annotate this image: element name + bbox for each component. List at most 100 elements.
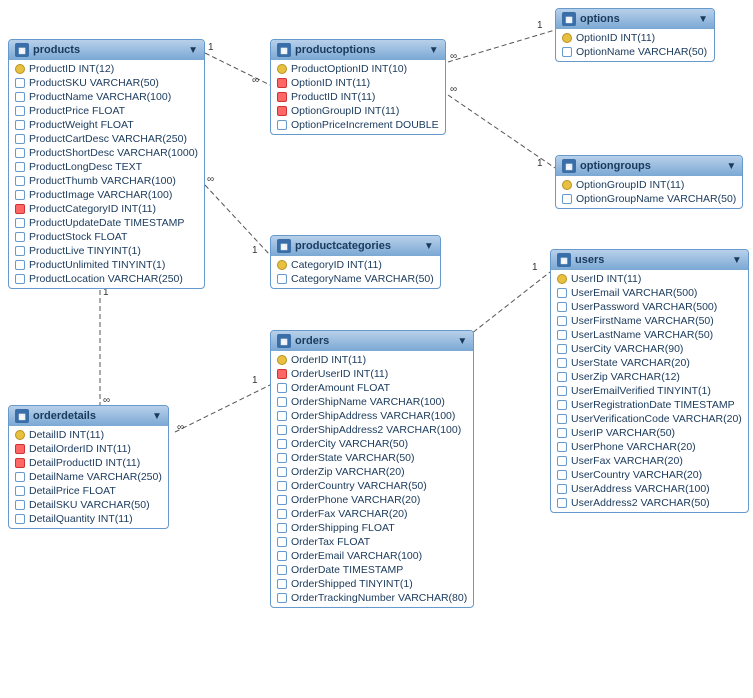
- table-header-users[interactable]: ▦ users ▼: [551, 250, 748, 270]
- table-header-productoptions[interactable]: ▦ productoptions ▼: [271, 40, 445, 60]
- field-icon-field: [557, 498, 567, 508]
- field-row: OptionGroupID INT(11): [556, 178, 742, 192]
- field-row: OptionID INT(11): [271, 76, 445, 90]
- field-name: OrderPhone VARCHAR(20): [291, 494, 420, 506]
- table-title-orders: orders: [295, 335, 329, 347]
- field-name: UserLastName VARCHAR(50): [571, 329, 713, 341]
- dropdown-arrow-orders[interactable]: ▼: [457, 336, 467, 347]
- field-name: OptionGroupID INT(11): [291, 105, 399, 117]
- field-name: ProductName VARCHAR(100): [29, 91, 171, 103]
- field-row: DetailOrderID INT(11): [9, 442, 168, 456]
- field-row: OptionGroupID INT(11): [271, 104, 445, 118]
- field-icon-field: [277, 453, 287, 463]
- table-icon-users: ▦: [557, 253, 571, 267]
- dropdown-arrow-optiongroups[interactable]: ▼: [726, 161, 736, 172]
- field-icon-field: [562, 47, 572, 57]
- field-row: DetailQuantity INT(11): [9, 512, 168, 526]
- table-orders: ▦ orders ▼ OrderID INT(11)OrderUserID IN…: [270, 330, 474, 608]
- dropdown-arrow-productcategories[interactable]: ▼: [424, 241, 434, 252]
- field-name: UserPhone VARCHAR(20): [571, 441, 696, 453]
- field-icon-field: [557, 288, 567, 298]
- field-name: ProductSKU VARCHAR(50): [29, 77, 159, 89]
- field-row: OrderShipAddress2 VARCHAR(100): [271, 423, 473, 437]
- table-header-products[interactable]: ▦ products ▼: [9, 40, 204, 60]
- field-name: UserEmail VARCHAR(500): [571, 287, 697, 299]
- field-name: ProductLocation VARCHAR(250): [29, 273, 183, 285]
- svg-text:1: 1: [532, 262, 538, 273]
- field-icon-field: [277, 509, 287, 519]
- field-icon-field: [277, 411, 287, 421]
- field-name: UserVerificationCode VARCHAR(20): [571, 413, 742, 425]
- field-row: DetailSKU VARCHAR(50): [9, 498, 168, 512]
- dropdown-arrow-productoptions[interactable]: ▼: [429, 45, 439, 56]
- field-icon-fk: [277, 106, 287, 116]
- field-name: UserPassword VARCHAR(500): [571, 301, 717, 313]
- field-icon-field: [557, 344, 567, 354]
- field-icon-field: [15, 78, 25, 88]
- table-header-productcategories[interactable]: ▦ productcategories ▼: [271, 236, 440, 256]
- field-icon-field: [277, 120, 287, 130]
- field-row: UserFax VARCHAR(20): [551, 454, 748, 468]
- field-icon-pk: [277, 64, 287, 74]
- field-row: ProductThumb VARCHAR(100): [9, 174, 204, 188]
- field-name: UserFirstName VARCHAR(50): [571, 315, 714, 327]
- field-icon-field: [15, 134, 25, 144]
- field-name: OrderEmail VARCHAR(100): [291, 550, 422, 562]
- field-icon-field: [277, 481, 287, 491]
- field-name: DetailSKU VARCHAR(50): [29, 499, 150, 511]
- table-body-users: UserID INT(11)UserEmail VARCHAR(500) User…: [551, 270, 748, 512]
- table-title-orderdetails: orderdetails: [33, 410, 96, 422]
- field-row: ProductImage VARCHAR(100): [9, 188, 204, 202]
- field-name: UserCountry VARCHAR(20): [571, 469, 702, 481]
- table-users: ▦ users ▼ UserID INT(11)UserEmail VARCHA…: [550, 249, 749, 513]
- field-name: UserRegistrationDate TIMESTAMP: [571, 399, 735, 411]
- field-row: UserCity VARCHAR(90): [551, 342, 748, 356]
- field-icon-pk: [277, 355, 287, 365]
- field-icon-field: [15, 176, 25, 186]
- field-name: OptionID INT(11): [291, 77, 370, 89]
- table-body-orderdetails: DetailID INT(11)DetailOrderID INT(11) Det…: [9, 426, 168, 528]
- dropdown-arrow-options[interactable]: ▼: [698, 14, 708, 25]
- table-header-orderdetails[interactable]: ▦ orderdetails ▼: [9, 406, 168, 426]
- field-row: OrderEmail VARCHAR(100): [271, 549, 473, 563]
- field-row: ProductCartDesc VARCHAR(250): [9, 132, 204, 146]
- svg-text:1: 1: [537, 158, 543, 169]
- field-name: DetailPrice FLOAT: [29, 485, 116, 497]
- field-icon-field: [277, 495, 287, 505]
- field-name: CategoryID INT(11): [291, 259, 382, 271]
- field-icon-field: [277, 274, 287, 284]
- field-name: OrderCountry VARCHAR(50): [291, 480, 427, 492]
- field-icon-field: [557, 456, 567, 466]
- dropdown-arrow-products[interactable]: ▼: [188, 45, 198, 56]
- field-row: UserIP VARCHAR(50): [551, 426, 748, 440]
- field-row: UserVerificationCode VARCHAR(20): [551, 412, 748, 426]
- table-header-options[interactable]: ▦ options ▼: [556, 9, 714, 29]
- table-title-products: products: [33, 44, 80, 56]
- field-row: UserAddress2 VARCHAR(50): [551, 496, 748, 510]
- table-options: ▦ options ▼ OptionID INT(11)OptionName V…: [555, 8, 715, 62]
- field-icon-field: [557, 400, 567, 410]
- table-icon-productcategories: ▦: [277, 239, 291, 253]
- field-name: ProductLongDesc TEXT: [29, 161, 142, 173]
- table-header-orders[interactable]: ▦ orders ▼: [271, 331, 473, 351]
- table-title-users: users: [575, 254, 604, 266]
- field-name: OrderShipAddress2 VARCHAR(100): [291, 424, 461, 436]
- field-icon-field: [557, 428, 567, 438]
- field-row: UserEmail VARCHAR(500): [551, 286, 748, 300]
- dropdown-arrow-orderdetails[interactable]: ▼: [152, 411, 162, 422]
- table-icon-products: ▦: [15, 43, 29, 57]
- field-name: DetailOrderID INT(11): [29, 443, 131, 455]
- field-name: OrderID INT(11): [291, 354, 366, 366]
- field-icon-field: [557, 442, 567, 452]
- field-icon-field: [277, 439, 287, 449]
- table-body-optiongroups: OptionGroupID INT(11)OptionGroupName VAR…: [556, 176, 742, 208]
- table-body-options: OptionID INT(11)OptionName VARCHAR(50): [556, 29, 714, 61]
- field-name: UserEmailVerified TINYINT(1): [571, 385, 711, 397]
- table-header-optiongroups[interactable]: ▦ optiongroups ▼: [556, 156, 742, 176]
- field-icon-pk: [562, 180, 572, 190]
- dropdown-arrow-users[interactable]: ▼: [732, 255, 742, 266]
- field-row: UserID INT(11): [551, 272, 748, 286]
- field-icon-field: [557, 330, 567, 340]
- field-name: DetailName VARCHAR(250): [29, 471, 162, 483]
- field-row: DetailID INT(11): [9, 428, 168, 442]
